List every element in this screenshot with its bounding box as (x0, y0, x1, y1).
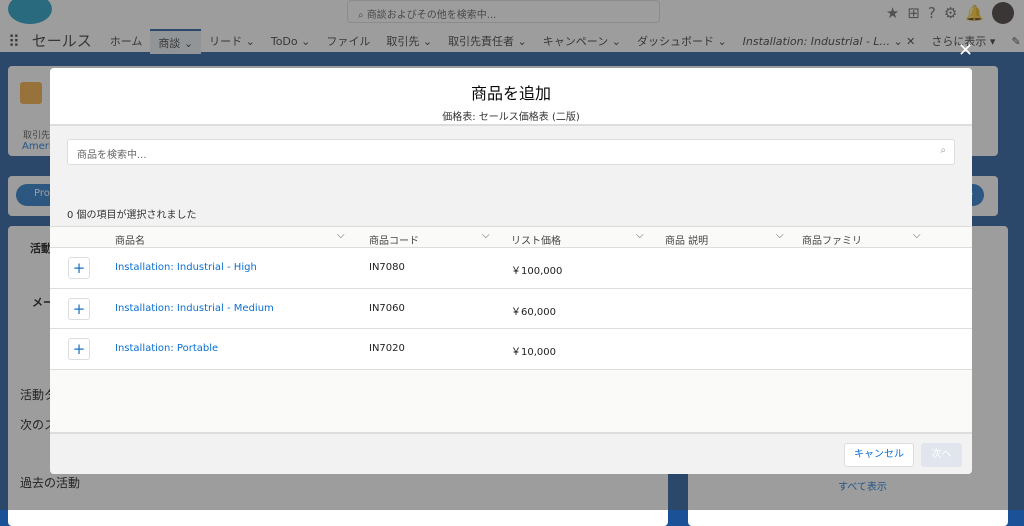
product-search-input[interactable]: 商品を検索中... ⌕ (67, 139, 955, 165)
products-table: 商品名 ⌵ 商品コード ⌵ リスト価格 ⌵ 商品 説明 ⌵ 商品ファミリ ⌵ +… (50, 226, 972, 433)
chevron-down-icon[interactable]: ⌵ (482, 230, 490, 241)
modal-footer: キャンセル 次へ (50, 432, 972, 474)
table-row: + Installation: Portable IN7020 ￥10,000 (50, 329, 972, 370)
column-product-family[interactable]: 商品ファミリ (802, 232, 862, 247)
chevron-down-icon[interactable]: ⌵ (337, 230, 345, 241)
selected-count: 0 個の項目が選択されました (67, 210, 197, 221)
column-description[interactable]: 商品 説明 (665, 232, 708, 247)
table-empty-area (50, 369, 972, 433)
table-header: 商品名 ⌵ 商品コード ⌵ リスト価格 ⌵ 商品 説明 ⌵ 商品ファミリ ⌵ (50, 226, 972, 248)
add-products-modal: 商品を追加 価格表: セールス価格表 (二版) 商品を検索中... ⌕ 0 個の… (50, 68, 972, 474)
modal-title: 商品を追加 (470, 84, 551, 103)
price-book-subtitle: 価格表: セールス価格表 (二版) (442, 112, 580, 123)
product-code: IN7020 (369, 343, 405, 354)
chevron-down-icon[interactable]: ⌵ (636, 230, 644, 241)
product-name-link[interactable]: Installation: Portable (115, 343, 218, 354)
chevron-down-icon[interactable]: ⌵ (913, 230, 921, 241)
search-icon: ⌕ (940, 145, 946, 156)
add-product-button[interactable]: + (68, 338, 90, 360)
table-row: + Installation: Industrial - Medium IN70… (50, 289, 972, 329)
product-name-link[interactable]: Installation: Industrial - Medium (115, 303, 274, 314)
table-row: + Installation: Industrial - High IN7080… (50, 248, 972, 289)
modal-header: 商品を追加 価格表: セールス価格表 (二版) (50, 68, 972, 126)
column-product-name[interactable]: 商品名 (115, 232, 145, 247)
close-icon[interactable]: ✕ (958, 40, 973, 61)
product-code: IN7080 (369, 262, 405, 273)
product-code: IN7060 (369, 302, 405, 314)
search-placeholder: 商品を検索中... (77, 150, 147, 161)
product-name-link[interactable]: Installation: Industrial - High (115, 262, 257, 273)
list-price: ￥60,000 (511, 306, 556, 318)
chevron-down-icon[interactable]: ⌵ (776, 230, 784, 241)
add-product-button[interactable]: + (68, 257, 90, 279)
list-price: ￥10,000 (511, 347, 556, 358)
cancel-button[interactable]: キャンセル (844, 443, 914, 467)
next-button[interactable]: 次へ (921, 443, 962, 467)
add-product-button[interactable]: + (68, 297, 90, 320)
column-list-price[interactable]: リスト価格 (511, 232, 561, 247)
column-product-code[interactable]: 商品コード (369, 232, 419, 247)
list-price: ￥100,000 (511, 266, 563, 277)
